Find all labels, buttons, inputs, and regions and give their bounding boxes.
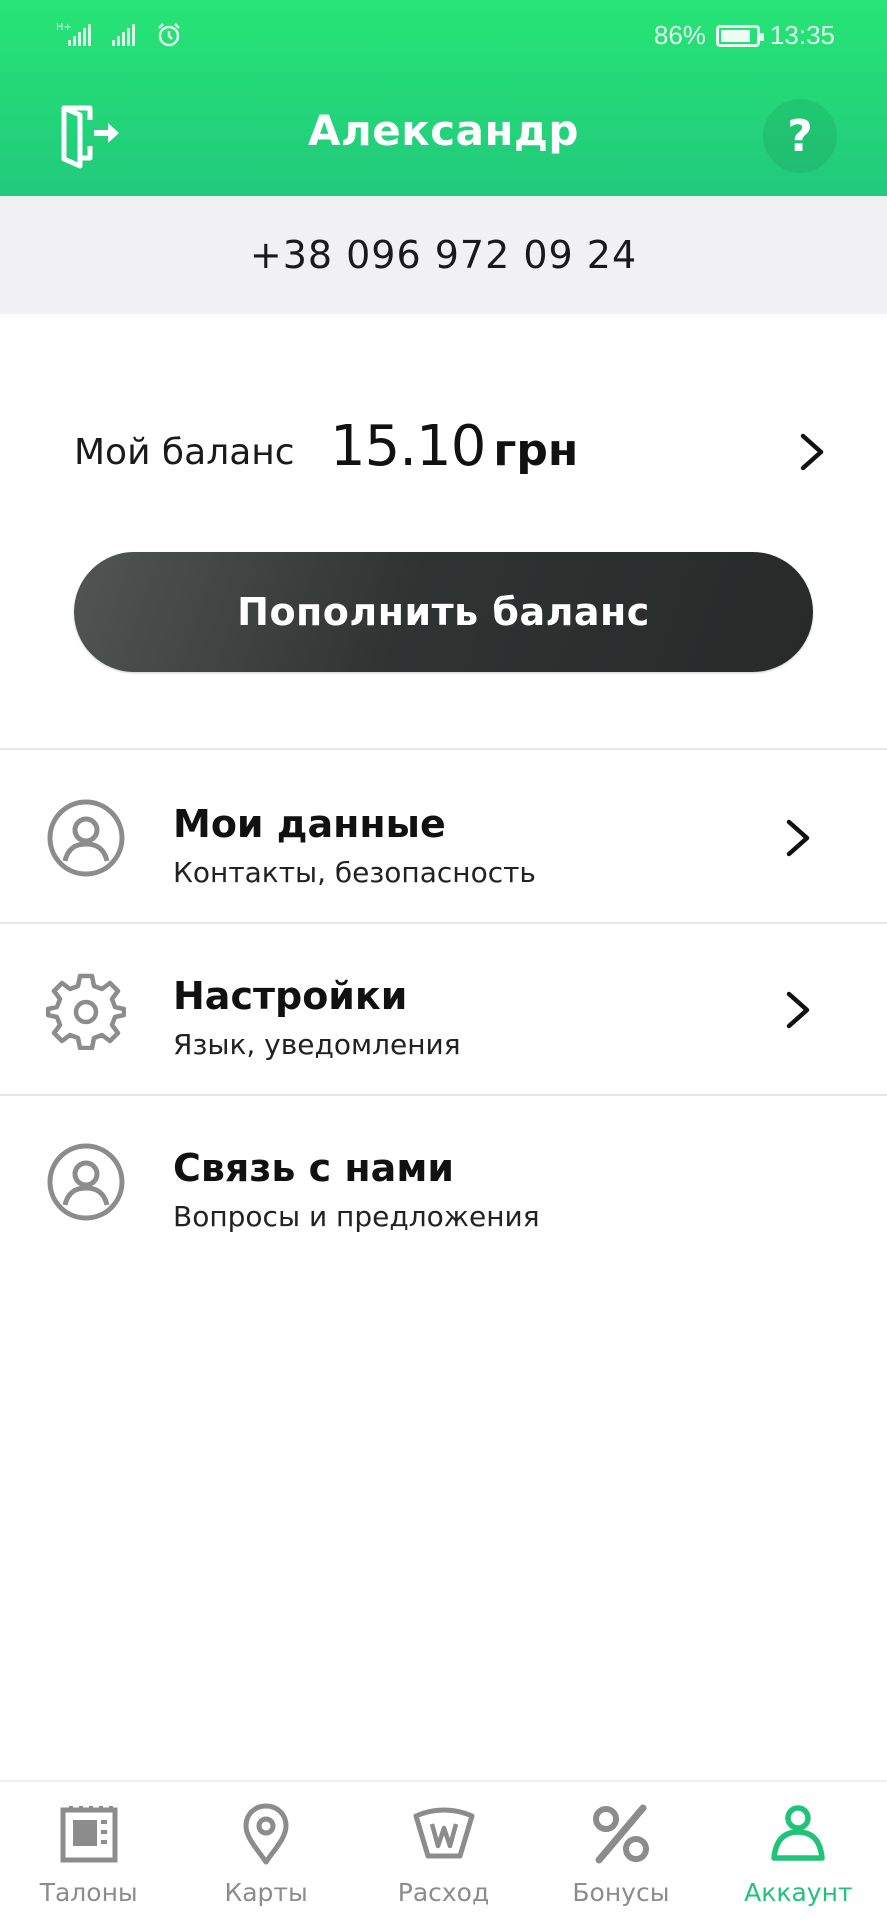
fuel-gauge-icon bbox=[413, 1807, 475, 1859]
nav-item-bonuses[interactable]: Бонусы bbox=[532, 1782, 709, 1920]
nav-item-tickets[interactable]: Талоны bbox=[0, 1782, 177, 1920]
battery-level bbox=[720, 29, 750, 42]
app-header: H+ 86% 13:35 Александр ? bbox=[0, 0, 887, 196]
divider bbox=[0, 748, 887, 750]
percent-icon bbox=[592, 1804, 649, 1864]
balance-row[interactable]: Мой баланс 15.10 грн bbox=[74, 410, 827, 490]
signal-icon bbox=[112, 24, 135, 46]
chevron-right-icon bbox=[800, 433, 824, 471]
user-circle-icon bbox=[47, 799, 125, 877]
menu-item-title: Мои данные bbox=[173, 802, 446, 846]
chevron-right-icon bbox=[786, 819, 810, 857]
menu-item-title: Настройки bbox=[173, 974, 408, 1018]
menu-item-my-data[interactable]: Мои данные Контакты, безопасность bbox=[0, 752, 887, 922]
balance-currency: грн bbox=[493, 425, 579, 476]
signal-h-plus-icon: H+ bbox=[56, 22, 91, 46]
nav-label: Расход bbox=[397, 1878, 490, 1907]
nav-item-maps[interactable]: Карты bbox=[177, 1782, 354, 1920]
help-button[interactable]: ? bbox=[763, 99, 837, 173]
account-icon bbox=[771, 1805, 826, 1861]
ticket-icon bbox=[60, 1806, 118, 1863]
alarm-icon bbox=[158, 23, 180, 47]
balance-amount: 15.10 bbox=[330, 414, 486, 479]
nav-label: Карты bbox=[224, 1878, 308, 1907]
menu-item-title: Связь с нами bbox=[173, 1146, 455, 1190]
bottom-nav: Талоны Карты Расход Бонусы Аккаунт bbox=[0, 1780, 887, 1920]
menu-item-subtitle: Вопросы и предложения bbox=[173, 1200, 540, 1233]
balance-label: Мой баланс bbox=[74, 432, 295, 473]
account-screen: H+ 86% 13:35 Александр ? +38 096 972 09 … bbox=[0, 0, 887, 1920]
balance-value: 15.10 грн bbox=[330, 414, 578, 479]
menu-item-subtitle: Контакты, безопасность bbox=[173, 856, 536, 889]
nav-label: Талоны bbox=[39, 1878, 138, 1907]
phone-number: +38 096 972 09 24 bbox=[0, 196, 887, 314]
menu-item-subtitle: Язык, уведомления bbox=[173, 1028, 461, 1061]
nav-label: Аккаунт bbox=[744, 1878, 853, 1907]
status-bar: H+ 86% 13:35 bbox=[0, 0, 887, 76]
topup-balance-button[interactable]: Пополнить баланс bbox=[74, 552, 813, 672]
svg-text:H+: H+ bbox=[56, 22, 72, 33]
status-bar-left: H+ bbox=[56, 20, 184, 50]
map-pin-icon bbox=[243, 1803, 289, 1865]
menu-item-settings[interactable]: Настройки Язык, уведомления bbox=[0, 924, 887, 1094]
status-bar-right: 86% 13:35 bbox=[654, 20, 835, 51]
battery-icon bbox=[715, 24, 764, 47]
nav-item-consumption[interactable]: Расход bbox=[355, 1782, 532, 1920]
battery-percent: 86% bbox=[653, 20, 706, 50]
chevron-right-icon bbox=[786, 991, 810, 1029]
nav-label: Бонусы bbox=[572, 1878, 670, 1907]
clock: 13:35 bbox=[769, 20, 835, 50]
gear-icon bbox=[46, 973, 126, 1050]
menu-item-contact-us[interactable]: Связь с нами Вопросы и предложения bbox=[0, 1096, 887, 1266]
page-title: Александр bbox=[308, 106, 579, 155]
nav-item-account[interactable]: Аккаунт bbox=[710, 1782, 887, 1920]
user-circle-icon bbox=[47, 1143, 125, 1221]
